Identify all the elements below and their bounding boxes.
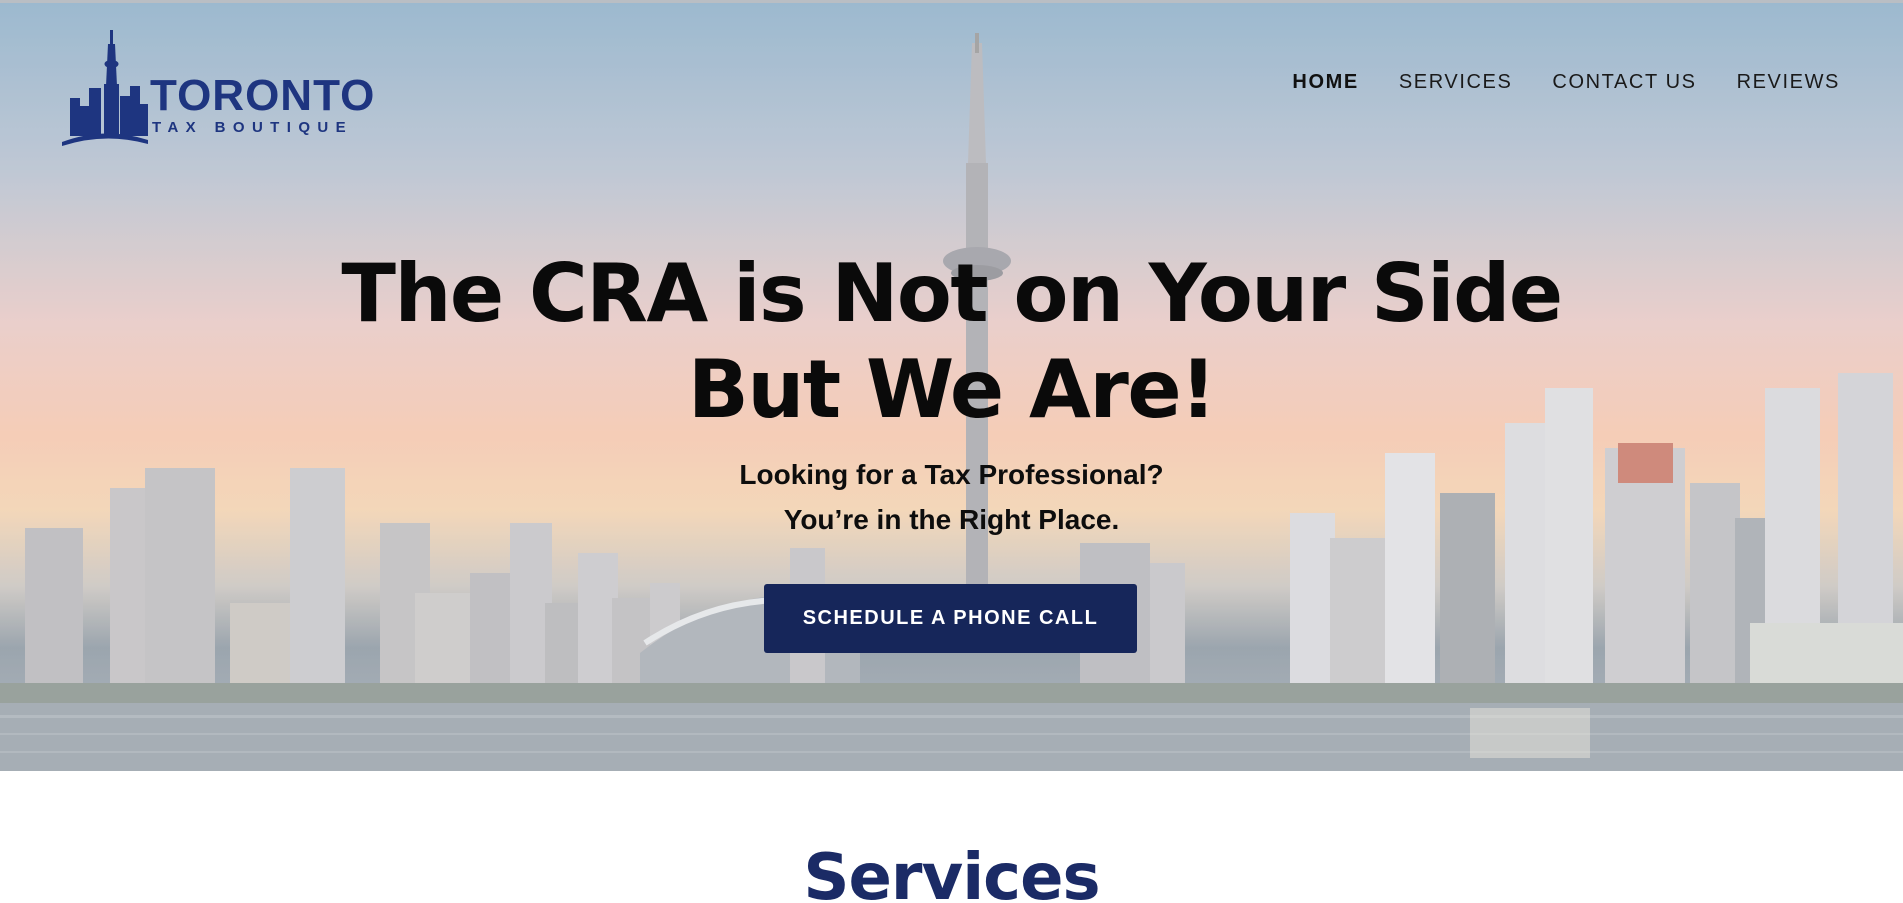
nav-reviews[interactable]: REVIEWS (1737, 70, 1840, 94)
hero-headline: The CRA is Not on Your Side But We Are! (0, 246, 1903, 438)
site-logo[interactable]: TORONTO TAX BOUTIQUE (60, 26, 380, 146)
schedule-phone-call-button[interactable]: SCHEDULE A PHONE CALL (764, 584, 1137, 653)
hero-headline-line2: But We Are! (687, 343, 1217, 436)
logo-wordmark: TORONTO (150, 71, 376, 120)
services-heading: Services (803, 841, 1100, 903)
logo-tagline: TAX BOUTIQUE (152, 119, 354, 136)
cn-tower-skyline-icon (62, 30, 148, 146)
nav-services[interactable]: SERVICES (1399, 70, 1513, 94)
hero-subline-2: You’re in the Right Place. (783, 504, 1120, 535)
hero-subline-1: Looking for a Tax Professional? (739, 459, 1164, 490)
nav-contact-us[interactable]: CONTACT US (1552, 70, 1696, 94)
hero-headline-line1: The CRA is Not on Your Side (341, 247, 1563, 340)
main-nav: HOME SERVICES CONTACT US REVIEWS (1292, 70, 1840, 94)
nav-home[interactable]: HOME (1292, 70, 1358, 94)
